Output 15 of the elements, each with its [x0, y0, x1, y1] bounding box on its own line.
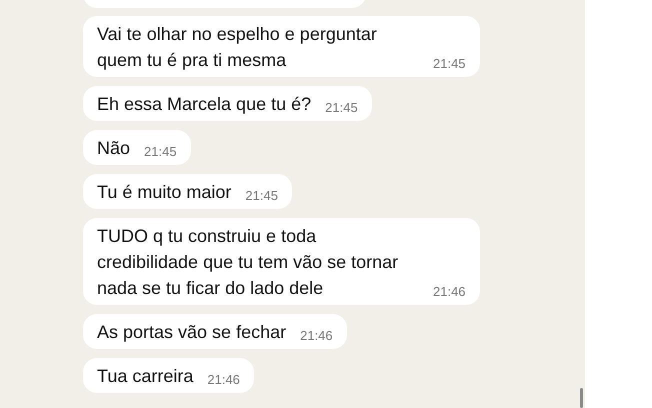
message-time: 21:46	[433, 283, 466, 301]
message-time: 21:46	[207, 371, 240, 389]
message-time: 21:45	[325, 99, 358, 117]
message-text: Vai te olhar no espelho e perguntar quem tu é pra ti mesma	[97, 23, 378, 72]
message-text: Tua carreira	[97, 365, 194, 388]
message-text: Não	[97, 137, 130, 160]
message-text: Tu é muito maior	[97, 181, 232, 204]
message-text: As portas vão se fechar	[97, 321, 286, 344]
scrollbar[interactable]	[580, 388, 583, 408]
message-time: 21:46	[300, 327, 333, 345]
message-text: Eh essa Marcela que tu é?	[97, 93, 312, 116]
message-time: 21:45	[433, 55, 466, 73]
message-time: 21:45	[144, 143, 177, 161]
message-text: TUDO q tu construiu e toda credibilidade que tu tem vão se tornar nada se tu ficar do lado dele	[97, 225, 400, 300]
message-time: 21:45	[245, 187, 278, 205]
